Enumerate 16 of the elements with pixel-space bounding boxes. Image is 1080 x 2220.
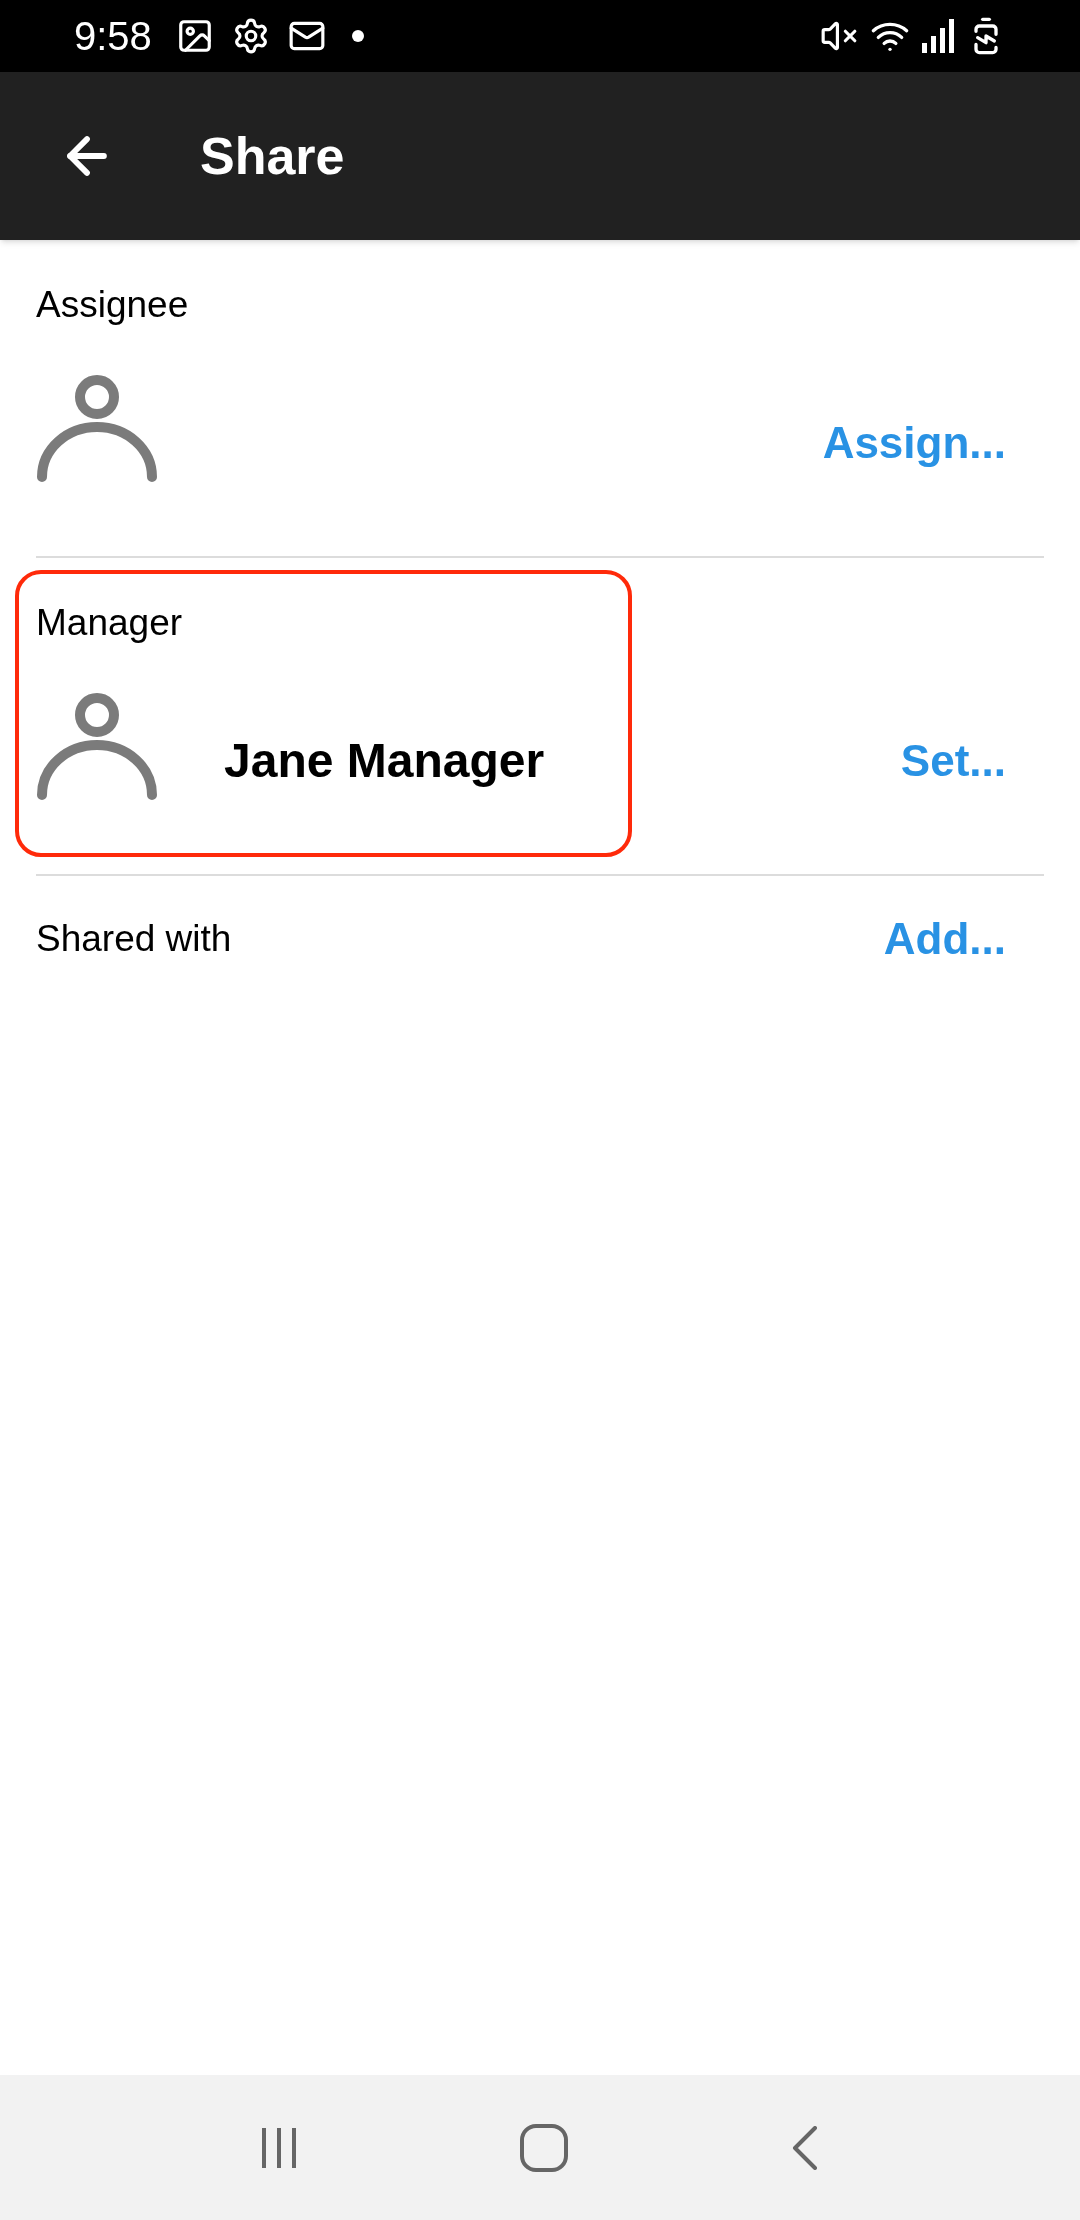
person-icon bbox=[36, 373, 158, 483]
action-link[interactable]: Add... bbox=[883, 906, 1006, 972]
action-link[interactable]: Assign... bbox=[822, 410, 1006, 476]
person-icon bbox=[36, 691, 158, 801]
recent-apps-icon[interactable] bbox=[262, 2127, 296, 2168]
action-link[interactable]: Set... bbox=[900, 728, 1006, 794]
signal-icon bbox=[922, 19, 954, 53]
home-icon[interactable] bbox=[520, 2123, 568, 2172]
dot-icon bbox=[351, 30, 364, 42]
screen-title: Share bbox=[200, 126, 345, 187]
clock: 9:58 bbox=[74, 13, 152, 60]
person-name: Jane Manager bbox=[224, 733, 545, 789]
back-icon[interactable] bbox=[792, 2125, 818, 2170]
section-label: Manager bbox=[36, 604, 184, 641]
section-label: Shared with bbox=[36, 917, 232, 962]
section-label: Assignee bbox=[36, 286, 190, 323]
